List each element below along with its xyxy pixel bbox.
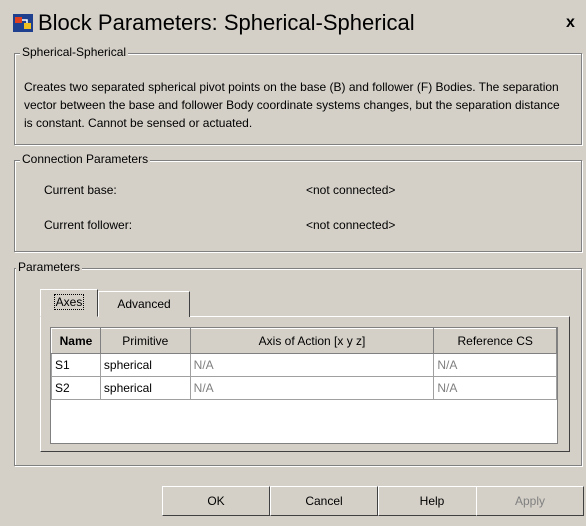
block-description: Creates two separated spherical pivot po… [24, 80, 560, 130]
parameters-table-area: Name Primitive Axis of Action [x y z] Re… [50, 327, 558, 444]
cell-name: S1 [51, 353, 101, 377]
column-header-name[interactable]: Name [51, 328, 101, 354]
cell-primitive[interactable]: spherical [99, 376, 191, 400]
parameters-table: Name Primitive Axis of Action [x y z] Re… [51, 328, 557, 400]
cell-name: S2 [51, 376, 101, 400]
simulink-block-icon [13, 14, 33, 32]
window-title: Block Parameters: Spherical-Spherical [38, 10, 415, 35]
tab-axes[interactable]: Axes [40, 289, 98, 317]
column-header-axis-of-action[interactable]: Axis of Action [x y z] [189, 328, 435, 354]
tab-advanced[interactable]: Advanced [98, 291, 190, 317]
parameters-legend: Parameters [16, 260, 83, 274]
help-button[interactable]: Help [378, 486, 486, 516]
title-bar[interactable]: Block Parameters: Spherical-Spherical x [0, 0, 586, 40]
description-group-legend: Spherical-Spherical [20, 45, 129, 59]
connection-parameters-group [14, 160, 582, 252]
ok-button[interactable]: OK [162, 486, 270, 516]
current-follower-label: Current follower: [44, 218, 133, 232]
connection-parameters-legend: Connection Parameters [20, 152, 151, 166]
cell-reference-cs[interactable]: N/A [433, 353, 557, 377]
table-row: S2 spherical N/A N/A [51, 376, 557, 400]
current-base-value: <not connected> [306, 183, 396, 197]
apply-button[interactable]: Apply [476, 486, 584, 516]
cell-reference-cs[interactable]: N/A [433, 376, 557, 400]
current-base-label: Current base: [44, 183, 117, 197]
tab-advanced-label: Advanced [117, 297, 171, 311]
tab-axes-label: Axes [53, 294, 85, 310]
table-header-row: Name Primitive Axis of Action [x y z] Re… [51, 328, 557, 354]
current-follower-value: <not connected> [306, 218, 396, 232]
cell-axis-of-action[interactable]: N/A [189, 353, 435, 377]
close-button[interactable]: x [566, 14, 575, 32]
cell-primitive[interactable]: spherical [99, 353, 191, 377]
column-header-reference-cs[interactable]: Reference CS [433, 328, 557, 354]
cell-axis-of-action[interactable]: N/A [189, 376, 435, 400]
column-header-primitive[interactable]: Primitive [99, 328, 191, 354]
table-row: S1 spherical N/A N/A [51, 353, 557, 377]
cancel-button[interactable]: Cancel [270, 486, 378, 516]
